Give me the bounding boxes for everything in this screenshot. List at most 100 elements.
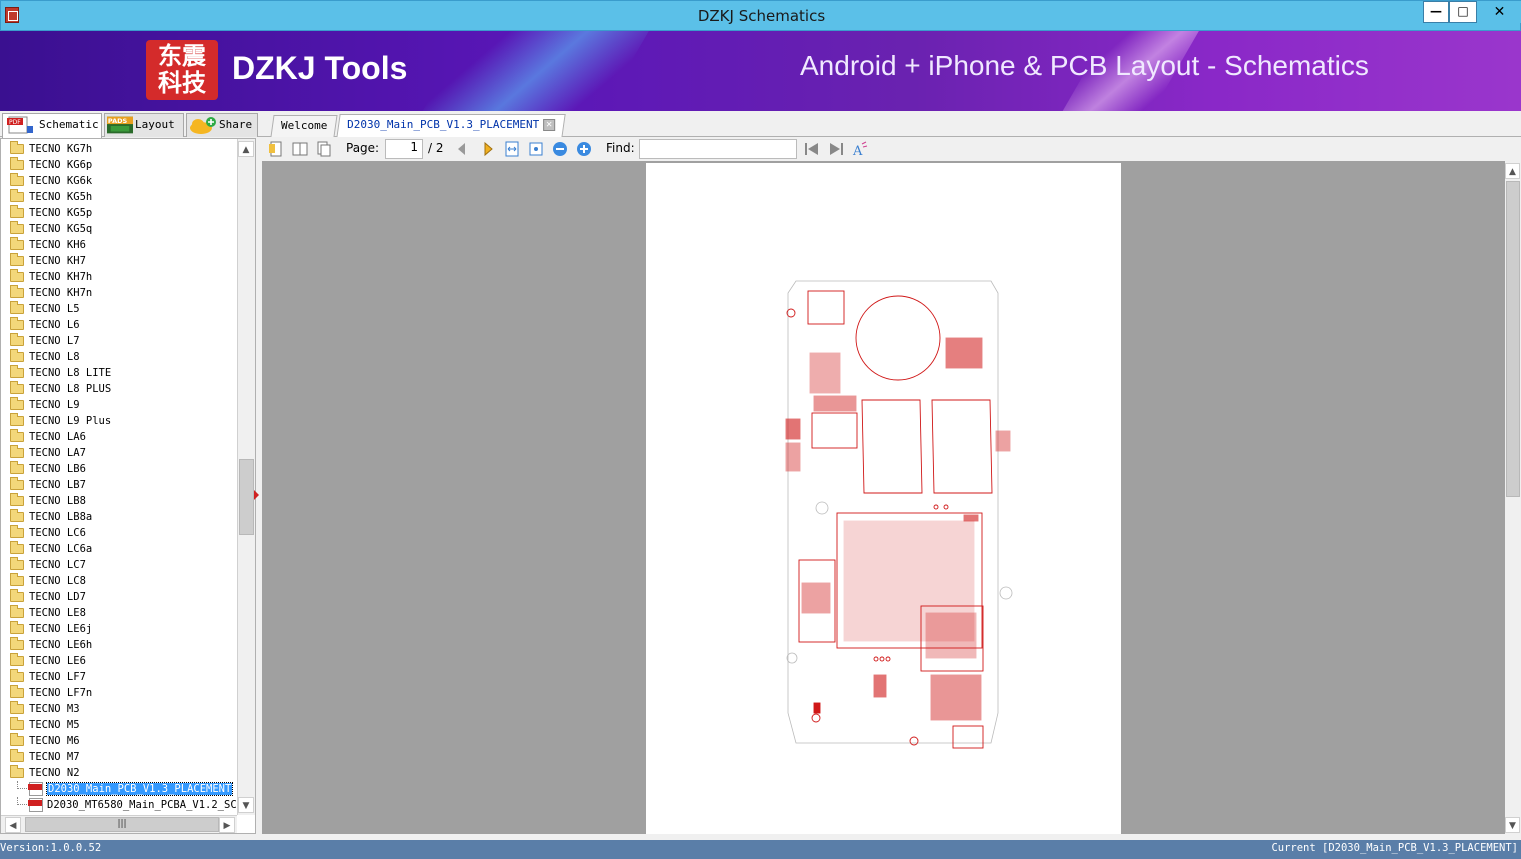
tree-folder-label: TECNO M7 bbox=[29, 751, 80, 763]
tree-folder-label: TECNO LA6 bbox=[29, 431, 86, 443]
tree-folder-item[interactable]: TECNO LC8 bbox=[1, 573, 237, 589]
tree-folder-label: TECNO KH7 bbox=[29, 255, 86, 267]
tree-folder-item[interactable]: TECNO LC6a bbox=[1, 541, 237, 557]
tab-schematic[interactable]: PDF Schematic bbox=[2, 113, 102, 138]
minimize-button[interactable]: — bbox=[1423, 1, 1449, 23]
folder-icon bbox=[10, 701, 24, 714]
tab-schematic-label: Schematic bbox=[39, 118, 99, 131]
tree-folder-item[interactable]: TECNO LE6h bbox=[1, 637, 237, 653]
tree-scroll-thumb[interactable] bbox=[239, 459, 254, 535]
tree-folder-item[interactable]: TECNO M5 bbox=[1, 717, 237, 733]
tree-vertical-scrollbar[interactable]: ▲ ▼ bbox=[237, 139, 255, 815]
tree-folder-item[interactable]: TECNO LB8 bbox=[1, 493, 237, 509]
viewer-scroll-up-icon[interactable]: ▲ bbox=[1505, 163, 1520, 179]
tree-folder-item[interactable]: TECNO LF7 bbox=[1, 669, 237, 685]
tree-folder-item[interactable]: TECNO M6 bbox=[1, 733, 237, 749]
tree-folder-item[interactable]: TECNO LD7 bbox=[1, 589, 237, 605]
tree-folder-item[interactable]: TECNO LB8a bbox=[1, 509, 237, 525]
tree-folder-item[interactable]: TECNO L6 bbox=[1, 317, 237, 333]
tabs-row: PDF Schematic PADS Layout Share Welcome … bbox=[0, 111, 1521, 138]
next-page-icon[interactable] bbox=[480, 141, 496, 157]
tree-folder-item[interactable]: TECNO LB7 bbox=[1, 477, 237, 493]
tree-folder-item[interactable]: TECNO M7 bbox=[1, 749, 237, 765]
tree-folder-item[interactable]: TECNO LE8 bbox=[1, 605, 237, 621]
close-button[interactable]: ✕ bbox=[1477, 1, 1521, 23]
tree-folder-label: TECNO KG5h bbox=[29, 191, 93, 203]
single-page-icon[interactable] bbox=[268, 141, 284, 157]
pdf-file-icon bbox=[28, 798, 43, 812]
tree-folder-item[interactable]: TECNO KG6k bbox=[1, 173, 237, 189]
tree-folder-item[interactable]: TECNO LC6 bbox=[1, 525, 237, 541]
scroll-down-icon[interactable]: ▼ bbox=[238, 797, 254, 813]
tree-folder-item[interactable]: TECNO LA7 bbox=[1, 445, 237, 461]
tree-folder-item[interactable]: TECNO L9 bbox=[1, 397, 237, 413]
tree-folder-item[interactable]: TECNO LF7n bbox=[1, 685, 237, 701]
tree-folder-item[interactable]: TECNO KG5q bbox=[1, 221, 237, 237]
tree-folder-item[interactable]: TECNO LE6j bbox=[1, 621, 237, 637]
find-next-icon[interactable] bbox=[828, 141, 844, 157]
find-previous-icon[interactable] bbox=[804, 141, 820, 157]
continuous-pages-icon[interactable] bbox=[316, 141, 332, 157]
splitter-collapse-icon[interactable] bbox=[254, 490, 259, 500]
find-input[interactable] bbox=[639, 139, 797, 159]
tree-folder-item[interactable]: TECNO KG6p bbox=[1, 157, 237, 173]
tree-folder-item[interactable]: TECNO KH6 bbox=[1, 237, 237, 253]
tree-folder-item[interactable]: TECNO LC7 bbox=[1, 557, 237, 573]
close-tab-icon[interactable]: ✕ bbox=[543, 119, 556, 131]
tree-folder-item[interactable]: TECNO L7 bbox=[1, 333, 237, 349]
folder-icon bbox=[10, 461, 24, 474]
tree-folder-item[interactable]: TECNO KH7n bbox=[1, 285, 237, 301]
folder-icon bbox=[10, 717, 24, 730]
scroll-right-icon[interactable]: ▶ bbox=[219, 817, 235, 833]
scroll-up-icon[interactable]: ▲ bbox=[238, 141, 254, 157]
folder-icon bbox=[10, 189, 24, 202]
viewer-scroll-down-icon[interactable]: ▼ bbox=[1505, 817, 1520, 833]
find-label: Find: bbox=[606, 141, 635, 155]
facing-pages-icon[interactable] bbox=[292, 141, 308, 157]
zoom-out-icon[interactable] bbox=[552, 141, 568, 157]
tree-hscroll-thumb[interactable]: ||| bbox=[25, 817, 219, 832]
zoom-in-icon[interactable] bbox=[576, 141, 592, 157]
document-viewer[interactable] bbox=[262, 161, 1505, 834]
highlight-text-icon[interactable]: A bbox=[852, 141, 868, 157]
folder-icon bbox=[10, 141, 24, 154]
tree-folder-item[interactable]: TECNO LE6 bbox=[1, 653, 237, 669]
tree-folder-label: TECNO L8 PLUS bbox=[29, 383, 112, 395]
tree-folder-item[interactable]: TECNO N2 bbox=[1, 765, 237, 781]
tree-folder-item[interactable]: TECNO KG7h bbox=[1, 141, 237, 157]
fit-width-icon[interactable] bbox=[504, 141, 520, 157]
tree-folder-item[interactable]: TECNO L8 bbox=[1, 349, 237, 365]
tree-folder-item[interactable]: TECNO L8 PLUS bbox=[1, 381, 237, 397]
page-number-input[interactable]: 1 bbox=[385, 139, 423, 159]
doc-tab-welcome[interactable]: Welcome bbox=[270, 115, 338, 137]
tree-folder-item[interactable]: TECNO L8 LITE bbox=[1, 365, 237, 381]
tree-folder-item[interactable]: TECNO M3 bbox=[1, 701, 237, 717]
tree-file-item[interactable]: D2030_Main_PCB_V1.3_PLACEMENT bbox=[1, 781, 237, 797]
tab-layout[interactable]: PADS Layout bbox=[104, 113, 184, 137]
banner-tagline: Android + iPhone & PCB Layout - Schemati… bbox=[800, 50, 1369, 81]
viewer-scroll-thumb[interactable] bbox=[1506, 181, 1520, 497]
viewer-vertical-scrollbar[interactable]: ▲ ▼ bbox=[1505, 161, 1521, 834]
tree-folder-item[interactable]: TECNO LB6 bbox=[1, 461, 237, 477]
doc-tab-placement[interactable]: D2030_Main_PCB_V1.3_PLACEMENT ✕ bbox=[336, 114, 566, 138]
tab-share[interactable]: Share bbox=[186, 113, 258, 137]
previous-page-icon[interactable] bbox=[454, 141, 470, 157]
tree-horizontal-scrollbar[interactable]: ◀ ||| ▶ bbox=[1, 815, 237, 833]
maximize-button[interactable]: □ bbox=[1449, 1, 1477, 23]
tree-folder-item[interactable]: TECNO L5 bbox=[1, 301, 237, 317]
tree-file-item[interactable]: D2030_MT6580_Main_PCBA_V1.2_SCH bbox=[1, 797, 237, 813]
scroll-left-icon[interactable]: ◀ bbox=[5, 817, 21, 833]
folder-icon bbox=[10, 557, 24, 570]
folder-icon bbox=[10, 365, 24, 378]
tree-folder-label: TECNO LE6h bbox=[29, 639, 93, 651]
tree-folder-item[interactable]: TECNO L9 Plus bbox=[1, 413, 237, 429]
tree-folder-label: TECNO L9 Plus bbox=[29, 415, 112, 427]
tree-folder-item[interactable]: TECNO KG5h bbox=[1, 189, 237, 205]
tree-folder-item[interactable]: TECNO KH7h bbox=[1, 269, 237, 285]
folder-icon bbox=[10, 733, 24, 746]
tree-folder-item[interactable]: TECNO KG5p bbox=[1, 205, 237, 221]
fit-page-icon[interactable] bbox=[528, 141, 544, 157]
folder-icon bbox=[10, 637, 24, 650]
tree-folder-item[interactable]: TECNO KH7 bbox=[1, 253, 237, 269]
tree-folder-item[interactable]: TECNO LA6 bbox=[1, 429, 237, 445]
